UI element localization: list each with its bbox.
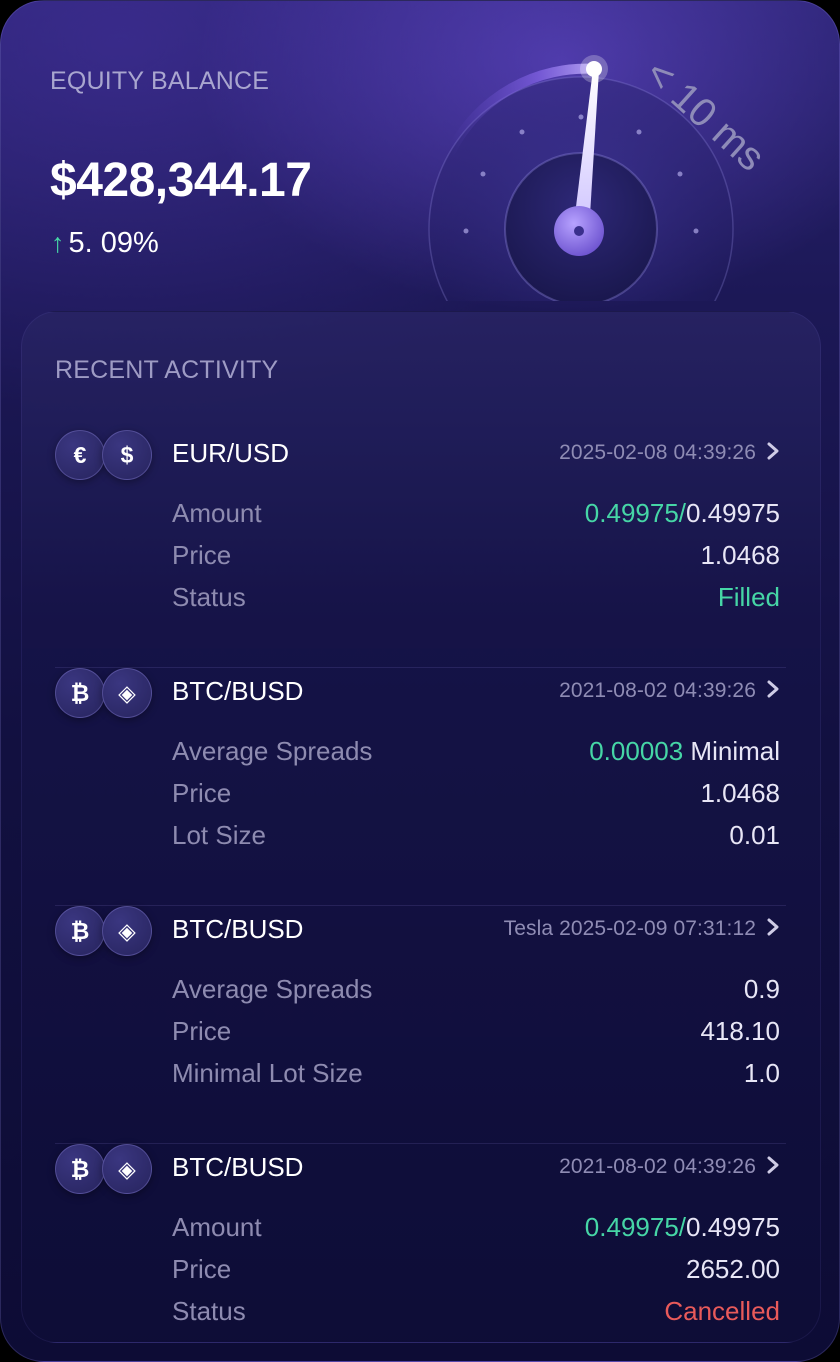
detail-value: 1.0468 bbox=[700, 540, 780, 571]
detail-label: Status bbox=[172, 581, 246, 612]
detail-row: Average Spreads 0.9 bbox=[172, 972, 780, 1006]
detail-label: Amount bbox=[172, 497, 262, 528]
detail-value: 0.49975/0.49975 bbox=[585, 1212, 780, 1243]
equity-balance-value: $428,344.17 bbox=[50, 154, 312, 207]
busd-icon: ◈ bbox=[102, 906, 152, 956]
detail-row: Price 1.0468 bbox=[172, 776, 780, 810]
dollar-icon: $ bbox=[102, 430, 152, 480]
detail-row: Lot Size 0.01 bbox=[172, 818, 780, 852]
activity-item[interactable]: ₿ ◈ BTC/BUSD 2021-08-02 04:39:26 Amount 0.499… bbox=[22, 1144, 822, 1361]
timestamp: 2021-08-02 04:39:26 bbox=[559, 1155, 756, 1178]
detail-label: Average Spreads bbox=[172, 735, 373, 766]
chevron-right-icon[interactable] bbox=[762, 1152, 784, 1178]
detail-label: Price bbox=[172, 777, 232, 808]
equity-change-value: 5. 09% bbox=[68, 227, 159, 259]
detail-row: Price 418.10 bbox=[172, 1014, 780, 1048]
highlight-value: 0.49975/ bbox=[584, 1211, 687, 1242]
highlight-value: 0.00003 bbox=[589, 735, 684, 766]
detail-row: Status Filled bbox=[172, 580, 780, 614]
detail-value: 418.10 bbox=[700, 1016, 780, 1047]
value-text: 1.0468 bbox=[700, 539, 780, 570]
detail-row: Status Cancelled bbox=[172, 1294, 780, 1328]
euro-icon: € bbox=[55, 430, 105, 480]
activity-item[interactable]: € $ EUR/USD 2025-02-08 04:39:26 Amount 0.4997… bbox=[22, 430, 822, 668]
arrow-up-icon: ↑ bbox=[51, 228, 65, 258]
detail-value: Cancelled bbox=[664, 1296, 780, 1327]
detail-value: 1.0468 bbox=[700, 778, 780, 809]
value-text: 1.0 bbox=[743, 1057, 780, 1088]
detail-value: Filled bbox=[718, 582, 780, 613]
equity-balance-label: EQUITY BALANCE bbox=[50, 67, 270, 95]
detail-row: Amount 0.49975/0.49975 bbox=[172, 1210, 780, 1244]
status-value: Filled bbox=[717, 581, 780, 612]
detail-value: 1.0 bbox=[744, 1058, 780, 1089]
value-text: Minimal bbox=[683, 735, 780, 766]
pair-name: BTC/BUSD bbox=[172, 676, 304, 706]
busd-icon: ◈ bbox=[102, 1144, 152, 1194]
equity-change: ↑ 5. 09% bbox=[51, 227, 159, 260]
recent-activity-panel: RECENT ACTIVITY € $ EUR/USD 2025-02-08 04:3… bbox=[21, 311, 821, 1343]
timestamp: Tesla 2025-02-09 07:31:12 bbox=[503, 917, 756, 940]
bitcoin-icon: ₿ bbox=[55, 668, 105, 718]
value-text: 0.01 bbox=[729, 819, 780, 850]
value-text: 0.9 bbox=[743, 973, 780, 1004]
pair-name: EUR/USD bbox=[172, 438, 290, 468]
pair-name: BTC/BUSD bbox=[172, 914, 304, 944]
detail-value: 0.01 bbox=[729, 820, 780, 851]
detail-value: 0.49975/0.49975 bbox=[585, 498, 780, 529]
detail-row: Price 2652.00 bbox=[172, 1252, 780, 1286]
detail-value: 0.9 bbox=[744, 974, 780, 1005]
detail-row: Average Spreads 0.00003 Minimal bbox=[172, 734, 780, 768]
busd-icon: ◈ bbox=[102, 668, 152, 718]
detail-row: Minimal Lot Size 1.0 bbox=[172, 1056, 780, 1090]
detail-value: 0.00003 Minimal bbox=[589, 736, 780, 767]
detail-row: Amount 0.49975/0.49975 bbox=[172, 496, 780, 530]
bitcoin-icon: ₿ bbox=[55, 906, 105, 956]
activity-item[interactable]: ₿ ◈ BTC/BUSD Tesla 2025-02-09 07:31:12 Avera… bbox=[22, 906, 822, 1144]
chevron-right-icon[interactable] bbox=[762, 676, 784, 702]
equity-card: EQUITY BALANCE $428,344.17 ↑ 5. 09% < 10… bbox=[0, 0, 840, 1362]
value-text: 2652.00 bbox=[686, 1253, 780, 1284]
value-text: 0.49975 bbox=[686, 497, 780, 528]
chevron-right-icon[interactable] bbox=[762, 914, 784, 940]
detail-label: Amount bbox=[172, 1211, 262, 1242]
highlight-value: 0.49975/ bbox=[584, 497, 687, 528]
value-text: 1.0468 bbox=[700, 777, 780, 808]
detail-label: Price bbox=[172, 1015, 232, 1046]
detail-label: Price bbox=[172, 539, 232, 570]
detail-label: Status bbox=[172, 1295, 246, 1326]
detail-label: Price bbox=[172, 1253, 232, 1284]
pair-name: BTC/BUSD bbox=[172, 1152, 304, 1182]
recent-activity-title: RECENT ACTIVITY bbox=[55, 356, 279, 384]
value-text: 418.10 bbox=[700, 1015, 780, 1046]
chevron-right-icon[interactable] bbox=[762, 438, 784, 464]
timestamp: 2025-02-08 04:39:26 bbox=[559, 441, 756, 464]
status-value: Cancelled bbox=[664, 1295, 780, 1326]
detail-label: Lot Size bbox=[172, 819, 266, 850]
timestamp: 2021-08-02 04:39:26 bbox=[559, 679, 756, 702]
detail-label: Minimal Lot Size bbox=[172, 1057, 363, 1088]
bitcoin-icon: ₿ bbox=[55, 1144, 105, 1194]
latency-gauge: < 10 ms bbox=[428, 51, 773, 301]
detail-value: 2652.00 bbox=[686, 1254, 780, 1285]
detail-label: Average Spreads bbox=[172, 973, 373, 1004]
activity-item[interactable]: ₿ ◈ BTC/BUSD 2021-08-02 04:39:26 Average Spr… bbox=[22, 668, 822, 906]
detail-row: Price 1.0468 bbox=[172, 538, 780, 572]
value-text: 0.49975 bbox=[686, 1211, 780, 1242]
